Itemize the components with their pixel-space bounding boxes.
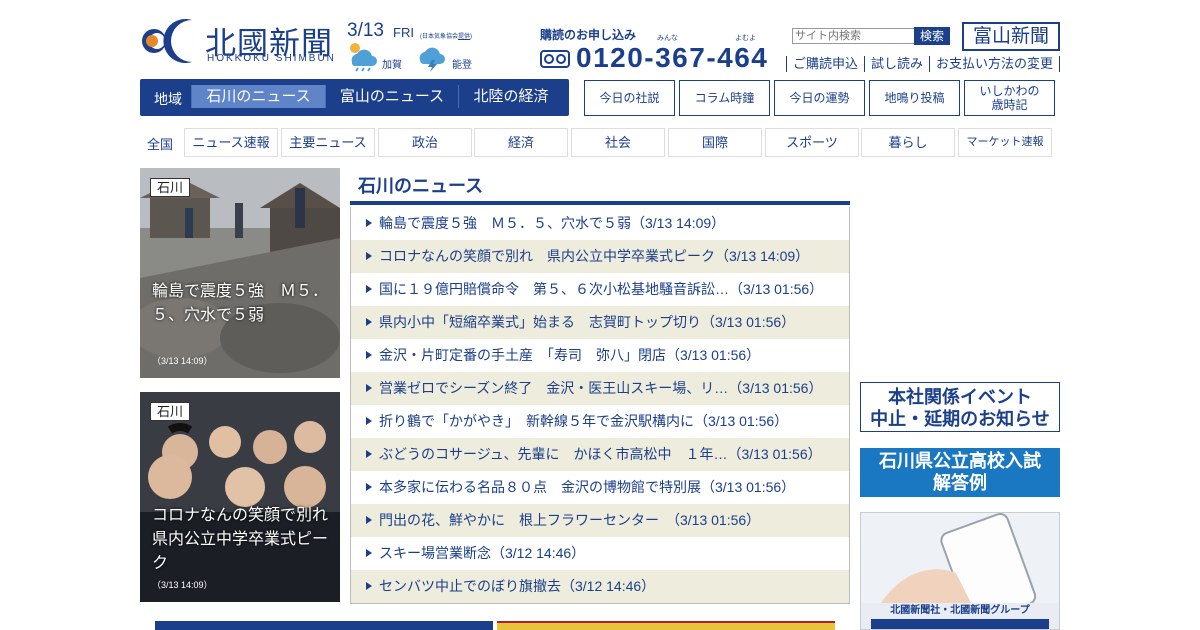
list-item[interactable]: 営業ゼロでシーズン終了 金沢・医王山スキー場、リ…（3/13 01:56） bbox=[351, 372, 849, 405]
search-button[interactable]: 検索 bbox=[914, 27, 950, 45]
list-item[interactable]: スキー場営業断念（3/12 14:46） bbox=[351, 537, 849, 570]
weather-source-link[interactable]: 提供 bbox=[458, 34, 470, 40]
list-item[interactable]: 本多家に伝わる名品８０点 金沢の博物館で特別展（3/13 01:56） bbox=[351, 471, 849, 504]
weather-area-kaga: 加賀 bbox=[382, 60, 402, 71]
horoscope-button[interactable]: 今日の運勢 bbox=[774, 80, 865, 116]
group-ad-caption: 北國新聞社・北國新聞グループ bbox=[890, 605, 1030, 616]
triangle-bullet-icon bbox=[366, 219, 372, 227]
current-weekday: FRI bbox=[393, 25, 414, 40]
tab-economy[interactable]: 経済 bbox=[474, 128, 568, 157]
logo-mark-icon[interactable] bbox=[140, 16, 198, 66]
card-tag-1: 石川 bbox=[150, 178, 191, 197]
triangle-bullet-icon bbox=[366, 252, 372, 260]
exam-banner-line1: 石川県公立高校入試 bbox=[879, 451, 1041, 471]
tab-international[interactable]: 国際 bbox=[668, 128, 762, 157]
photo-card-2[interactable]: 石川 コロナなんの笑顔で別れ 県内公立中学卒業式ピーク （3/13 14:09） bbox=[140, 392, 340, 602]
triangle-bullet-icon bbox=[366, 417, 372, 425]
genre-label[interactable]: 全国 bbox=[147, 134, 173, 153]
card-time-2: （3/13 14:09） bbox=[152, 580, 213, 590]
smartphone-hand-illustration bbox=[861, 513, 1059, 603]
news-section-bar bbox=[350, 201, 850, 205]
list-item[interactable]: 金沢・片町定番の手土産 「寿司 弥八」閉店（3/13 01:56） bbox=[351, 339, 849, 372]
list-item[interactable]: 門出の花、鮮やかに 根上フラワーセンター （3/13 01:56） bbox=[351, 504, 849, 537]
list-item[interactable]: センバツ中止でのぼり旗撤去（3/12 14:46） bbox=[351, 570, 849, 603]
weather-area-noto: 能登 bbox=[452, 60, 472, 71]
search-input[interactable] bbox=[792, 28, 916, 44]
card-title-1[interactable]: 輪島で震度５強 Ｍ５．５、穴水で５弱 bbox=[152, 280, 332, 328]
list-item[interactable]: 折り鶴で「かがやき」 新幹線５年で金沢駅構内に（3/13 01:56） bbox=[351, 405, 849, 438]
event-banner-line1: 本社関係イベント bbox=[888, 387, 1032, 407]
editorial-button[interactable]: 今日の社説 bbox=[584, 80, 675, 116]
list-item[interactable]: コロナなんの笑顔で別れ 県内公立中学卒業式ピーク（3/13 14:09） bbox=[351, 240, 849, 273]
account-links: ご購読申込 試し読み お支払い方法の変更 bbox=[786, 56, 1061, 72]
triangle-bullet-icon bbox=[366, 351, 372, 359]
weather-source: (日本気象協会提供) bbox=[420, 34, 473, 40]
triangle-bullet-icon bbox=[366, 318, 372, 326]
list-item[interactable]: ぶどうのコサージュ、先輩に かほく市高松中 １年…（3/13 01:56） bbox=[351, 438, 849, 471]
event-cancel-banner[interactable]: 本社関係イベント 中止・延期のお知らせ bbox=[860, 382, 1060, 432]
bottom-ad-left[interactable] bbox=[155, 621, 493, 630]
triangle-bullet-icon bbox=[366, 450, 372, 458]
subscribe-apply-link[interactable]: ご購読申込 bbox=[786, 56, 864, 72]
triangle-bullet-icon bbox=[366, 483, 372, 491]
tab-news-flash[interactable]: ニュース速報 bbox=[184, 128, 278, 157]
freedial-icon bbox=[540, 50, 570, 68]
triangle-bullet-icon bbox=[366, 582, 372, 590]
tab-ishikawa-news[interactable]: 石川のニュース bbox=[191, 85, 325, 108]
phone-number[interactable]: 0120-367-464 bbox=[576, 42, 768, 74]
trial-read-link[interactable]: 試し読み bbox=[864, 56, 929, 72]
triangle-bullet-icon bbox=[366, 516, 372, 524]
tab-living[interactable]: 暮らし bbox=[861, 128, 955, 157]
region-nav: 地域 石川のニュース 富山のニュース 北陸の経済 bbox=[140, 79, 569, 116]
exam-answers-banner[interactable]: 石川県公立高校入試 解答例 bbox=[860, 448, 1060, 497]
tab-toyama-news[interactable]: 富山のニュース bbox=[325, 85, 458, 108]
list-item[interactable]: 国に１９億円賠償命令 第５、６次小松基地騒音訴訟…（3/13 01:56） bbox=[351, 273, 849, 306]
card-tag-2: 石川 bbox=[150, 402, 191, 421]
region-label: 地域 bbox=[154, 91, 182, 107]
card-photo-1 bbox=[140, 168, 340, 378]
card-title-2[interactable]: コロナなんの笑顔で別れ 県内公立中学卒業式ピーク bbox=[152, 504, 340, 576]
ishikawa-calendar-button[interactable]: いしかわの 歳時記 bbox=[964, 80, 1055, 116]
tab-politics[interactable]: 政治 bbox=[378, 128, 472, 157]
bottom-ad-right[interactable] bbox=[497, 621, 835, 630]
exam-banner-line2: 解答例 bbox=[933, 473, 987, 493]
photo-card-1[interactable]: 石川 輪島で震度５強 Ｍ５．５、穴水で５弱 （3/13 14:09） bbox=[140, 168, 340, 378]
group-ad-title-strip bbox=[871, 619, 1049, 629]
rain-cloud-icon[interactable] bbox=[346, 42, 380, 72]
tab-hokuriku-economy[interactable]: 北陸の経済 bbox=[458, 85, 563, 108]
list-item[interactable]: 輪島で震度５強 Ｍ５．５、穴水で５弱（3/13 14:09） bbox=[351, 207, 849, 240]
current-date: 3/13 bbox=[347, 20, 384, 41]
reader-post-button[interactable]: 地鳴り投稿 bbox=[869, 80, 960, 116]
toyama-shimbun-button[interactable]: 富山新聞 bbox=[962, 22, 1060, 51]
event-banner-line2: 中止・延期のお知らせ bbox=[870, 409, 1050, 429]
group-ad-banner[interactable]: 北國新聞社・北國新聞グループ bbox=[860, 512, 1060, 630]
tab-main-news[interactable]: 主要ニュース bbox=[281, 128, 375, 157]
triangle-bullet-icon bbox=[366, 549, 372, 557]
triangle-bullet-icon bbox=[366, 285, 372, 293]
logo-subtext: HOKKOKU SHIMBUN bbox=[207, 53, 336, 64]
lightning-cloud-icon[interactable] bbox=[416, 42, 450, 72]
column-jisho-button[interactable]: コラム時鐘 bbox=[679, 80, 770, 116]
tab-market-flash[interactable]: マーケット速報 bbox=[958, 128, 1052, 157]
news-list: 輪島で震度５強 Ｍ５．５、穴水で５弱（3/13 14:09） コロナなんの笑顔で… bbox=[350, 207, 850, 604]
news-section-title: 石川のニュース bbox=[358, 176, 484, 196]
tab-society[interactable]: 社会 bbox=[571, 128, 665, 157]
subscribe-title[interactable]: 購読のお申し込み bbox=[540, 26, 636, 43]
triangle-bullet-icon bbox=[366, 384, 372, 392]
card-time-1: （3/13 14:09） bbox=[152, 356, 213, 366]
list-item[interactable]: 県内小中「短縮卒業式」始まる 志賀町トップ切り（3/13 01:56） bbox=[351, 306, 849, 339]
tab-sports[interactable]: スポーツ bbox=[765, 128, 859, 157]
payment-change-link[interactable]: お支払い方法の変更 bbox=[929, 56, 1061, 72]
